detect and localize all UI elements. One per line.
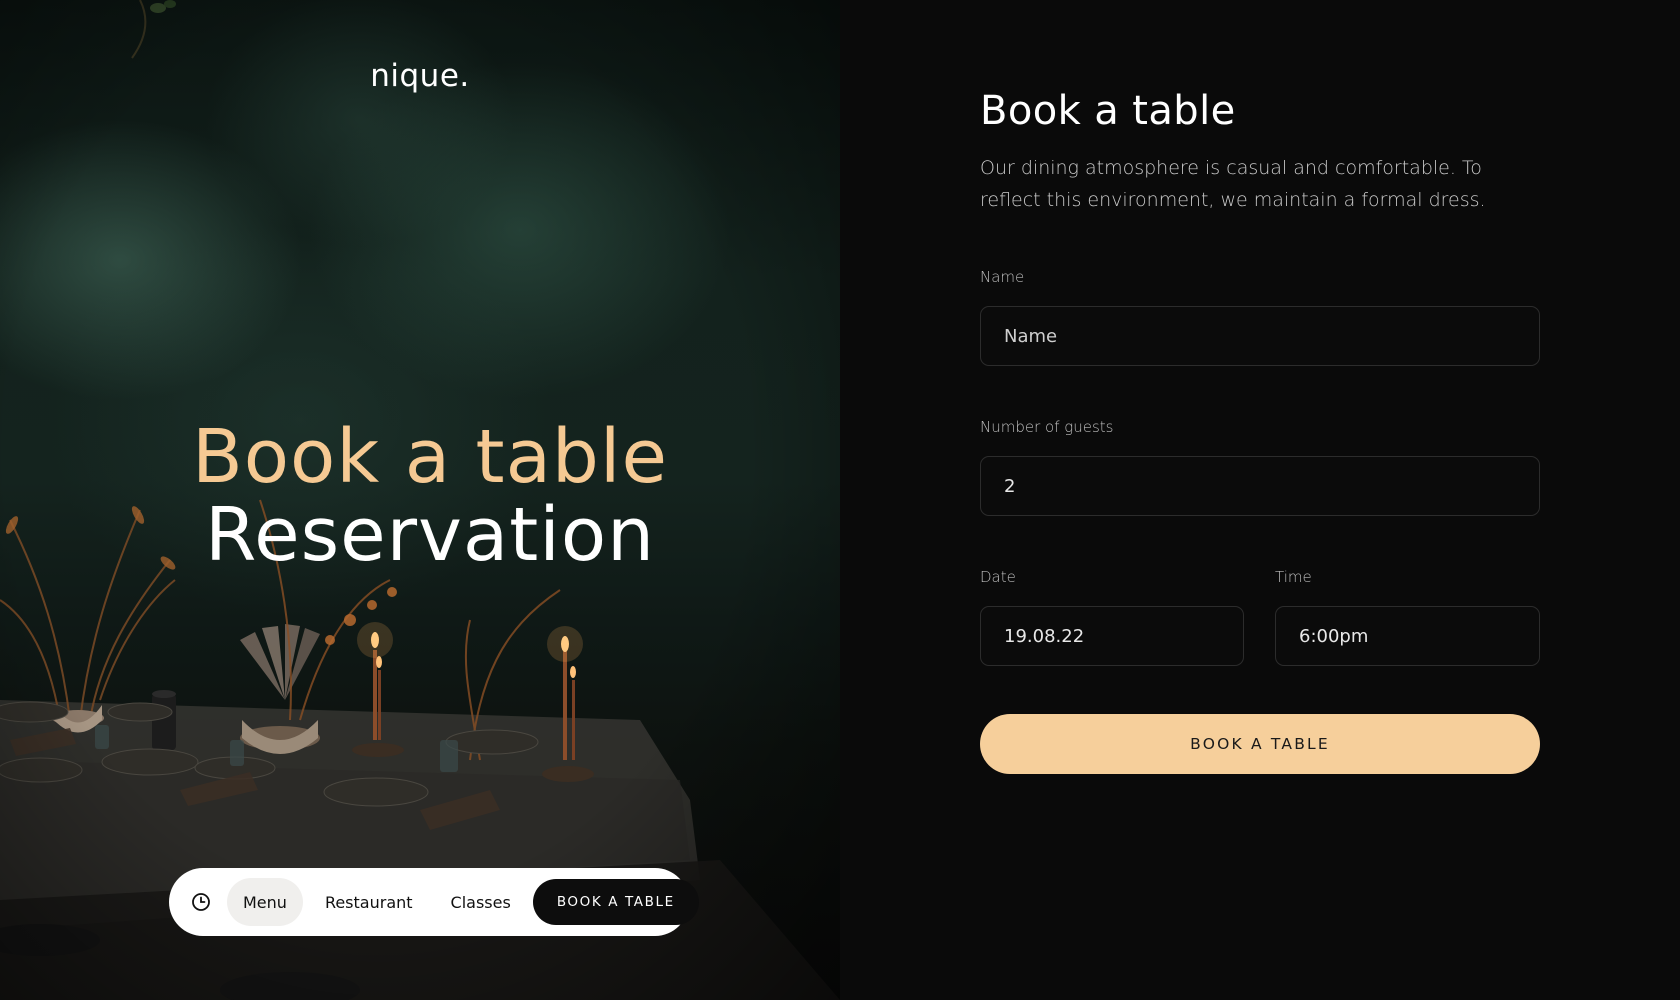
nav-book-table-button[interactable]: BOOK A TABLE (532, 879, 699, 925)
guests-label: Number of guests (980, 418, 1114, 436)
name-label: Name (980, 268, 1025, 286)
form-description: Our dining atmosphere is casual and comf… (980, 157, 1486, 211)
page: nique. Book a table Reservation Menu Res… (0, 0, 1680, 1000)
clock-icon[interactable] (191, 890, 211, 914)
nav-item-restaurant[interactable]: Restaurant (309, 878, 429, 926)
guests-input[interactable]: 2 (980, 456, 1540, 516)
hero-title-line2: Reservation (204, 492, 655, 578)
nav-item-classes[interactable]: Classes (435, 878, 527, 926)
hero-title: Book a table Reservation (0, 418, 840, 574)
booking-panel: Book a table Our dining atmosphere is ca… (840, 0, 1680, 1000)
time-label: Time (1275, 568, 1312, 586)
hero-section: nique. Book a table Reservation Menu Res… (0, 0, 840, 1000)
form-title: Book a table (980, 88, 1236, 134)
logo[interactable]: nique. (0, 58, 840, 94)
bottom-nav: Menu Restaurant Classes BOOK A TABLE (169, 868, 699, 936)
date-input[interactable]: 19.08.22 (980, 606, 1244, 666)
nav-item-menu[interactable]: Menu (227, 878, 303, 926)
time-input[interactable]: 6:00pm (1275, 606, 1540, 666)
hero-title-line1: Book a table (192, 414, 668, 500)
book-table-submit-button[interactable]: BOOK A TABLE (980, 714, 1540, 774)
name-input[interactable]: Name (980, 306, 1540, 366)
date-label: Date (980, 568, 1016, 586)
